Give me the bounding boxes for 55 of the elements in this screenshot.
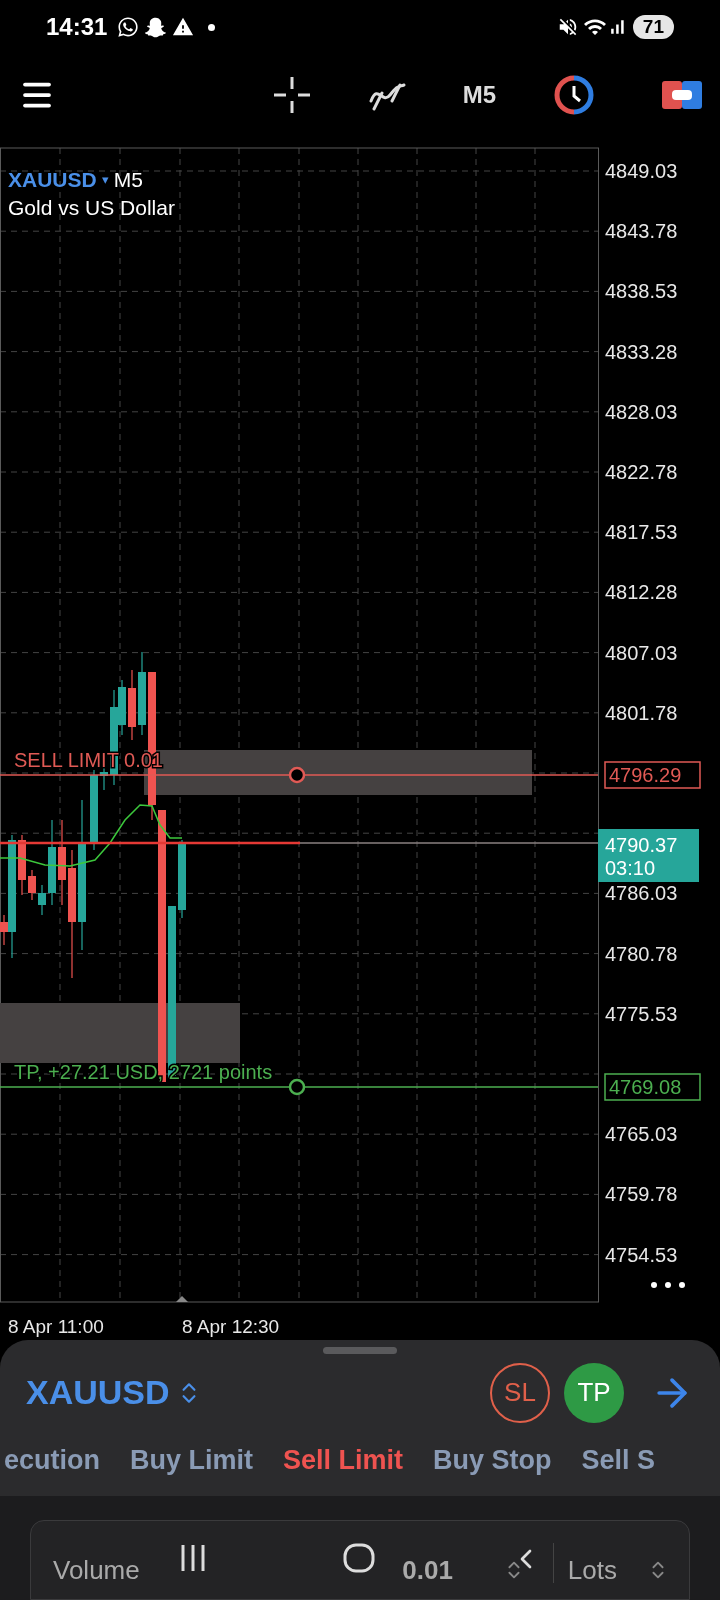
price-axis-label: 4807.03 (605, 641, 678, 664)
chart-description: Gold vs US Dollar (8, 195, 175, 221)
drag-handle[interactable] (323, 1346, 397, 1354)
price-axis-label: 4843.78 (605, 220, 678, 243)
candle (28, 869, 36, 901)
price-axis-label: 4833.28 (605, 340, 678, 363)
order-handle[interactable] (288, 1078, 306, 1096)
candle (38, 884, 46, 916)
ghost-icon (145, 16, 167, 38)
clock-icon[interactable] (554, 75, 594, 115)
home-nav-icon[interactable] (343, 1543, 375, 1573)
status-time: 14:31 (46, 12, 108, 42)
order-price-tag: 4769.08 (604, 1073, 701, 1101)
crosshair-icon[interactable] (271, 75, 312, 115)
time-axis-label: 8 Apr 12:30 (182, 1315, 280, 1337)
price-axis-label: 4754.53 (605, 1243, 678, 1266)
lots-selector[interactable]: Lots (567, 1557, 617, 1583)
chart-symbol[interactable]: XAUUSD (8, 164, 97, 196)
price-axis-label: 4828.03 (605, 400, 678, 423)
order-type-tab[interactable]: ecution (4, 1440, 100, 1481)
price-axis-label: 4780.78 (605, 942, 678, 965)
stop-loss-button[interactable]: SL (490, 1362, 550, 1423)
order-type-tab[interactable]: Sell Limit (283, 1440, 404, 1481)
price-axis-label: 4786.03 (605, 882, 678, 905)
bid-price-tag: 4790.37 03:10 (598, 829, 699, 882)
price-axis-label: 4765.03 (605, 1123, 678, 1146)
order-price-tag: 4796.29 (604, 761, 701, 789)
timeframe-button[interactable]: M5 (462, 77, 496, 113)
order-type-tab[interactable]: Buy Limit (130, 1440, 254, 1481)
battery-indicator: 71 (632, 15, 674, 39)
chat-icon (117, 16, 140, 38)
price-axis-label: 4822.78 (605, 461, 678, 483)
price-axis-label: 4775.53 (605, 1002, 678, 1025)
time-axis-label: 8 Apr 11:00 (8, 1315, 104, 1337)
order-symbol[interactable]: XAUUSD (26, 1367, 170, 1419)
price-axis-label: 4812.28 (605, 581, 678, 604)
order-handle[interactable] (288, 766, 306, 784)
take-profit-button[interactable]: TP (564, 1362, 624, 1423)
order-type-tab[interactable]: Buy Stop (433, 1440, 552, 1481)
volume-field[interactable]: Volume 0.01 Lots (30, 1520, 690, 1600)
chart-timeframe: M5 (113, 167, 143, 193)
price-axis-label: 4759.78 (605, 1183, 678, 1206)
more-icon[interactable] (651, 1282, 685, 1288)
trade-icon[interactable] (662, 79, 702, 111)
price-axis-label: 4849.03 (605, 160, 678, 182)
warning-icon (172, 16, 195, 38)
price-axis-label: 4801.78 (605, 701, 678, 724)
price-axis-label: 4838.53 (605, 280, 678, 303)
order-type-tab[interactable]: Sell S (581, 1440, 656, 1481)
candle (128, 669, 136, 741)
price-axis-label: 4817.53 (605, 521, 678, 544)
candle (18, 834, 26, 896)
time-marker-icon (176, 1296, 188, 1302)
candle (100, 767, 108, 791)
symbol-caret[interactable]: ▾ (101, 170, 109, 190)
